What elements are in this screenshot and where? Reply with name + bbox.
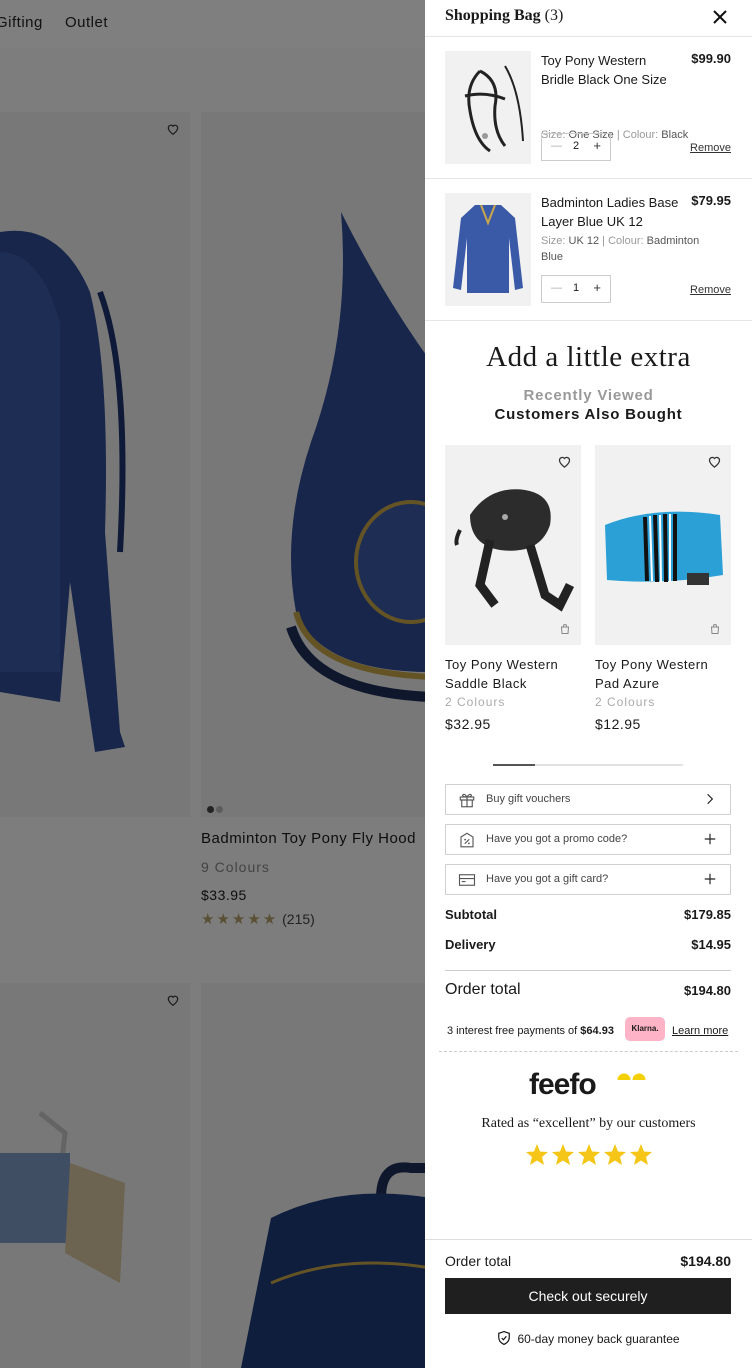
subtotal-label: Subtotal <box>445 907 497 922</box>
klarna-text: 3 interest free payments of $64.93 <box>447 1025 614 1037</box>
sticky-checkout-bar: Order total $194.80 Check out securely 6… <box>425 1239 752 1368</box>
delivery-label: Delivery <box>445 937 496 952</box>
item-variant: Size: UK 12 | Colour: Badminton Blue <box>541 235 700 263</box>
size-value: UK 12 <box>568 235 600 247</box>
chevron-right-icon <box>707 793 714 805</box>
carousel-scrollbar[interactable] <box>493 764 683 766</box>
rec-product-price: $12.95 <box>595 716 641 732</box>
bag-count: (3) <box>544 7 564 24</box>
shield-check-icon <box>498 1330 511 1346</box>
tab-customers-also-bought[interactable]: Customers Also Bought <box>425 405 752 424</box>
plus-icon <box>704 873 716 885</box>
base-layer-thumbnail[interactable] <box>445 193 531 306</box>
promo-code-row[interactable]: Have you got a promo code? <box>445 824 731 855</box>
quantity-stepper: — 1 + <box>541 275 611 303</box>
decrease-qty-button[interactable]: — <box>551 282 562 294</box>
order-total-value: $194.80 <box>684 983 731 998</box>
plus-icon <box>704 833 716 845</box>
delivery-row: Delivery $14.95 <box>445 937 731 967</box>
quick-add-bag-icon[interactable] <box>709 623 721 635</box>
klarna-text-prefix: 3 interest free payments of <box>447 1025 578 1037</box>
drawer-header: Shopping Bag (3) <box>425 0 752 37</box>
klarna-learn-more-link[interactable]: Learn more <box>672 1025 728 1037</box>
rec-product-colours: 2 Colours <box>595 695 656 709</box>
order-total-label: Order total <box>445 981 521 998</box>
increase-qty-button[interactable]: + <box>593 280 601 295</box>
carousel-scroll-thumb[interactable] <box>493 764 535 766</box>
order-summary: Subtotal $179.85 Delivery $14.95 Order t… <box>445 907 731 1015</box>
sticky-order-total-label: Order total <box>445 1253 512 1269</box>
close-icon[interactable] <box>708 5 732 29</box>
buy-gift-vouchers-row[interactable]: Buy gift vouchers <box>445 784 731 815</box>
rec-card-saddle[interactable]: Toy Pony Western Saddle Black 2 Colours … <box>445 445 581 732</box>
money-back-guarantee: 60-day money back guarantee <box>425 1330 752 1346</box>
decrease-qty-button[interactable]: — <box>551 140 562 152</box>
saddle-image <box>454 489 575 612</box>
item-price: $79.95 <box>691 193 731 208</box>
sticky-order-total: Order total $194.80 <box>445 1253 731 1269</box>
wishlist-heart-icon[interactable] <box>557 454 572 469</box>
remove-item-button[interactable]: Remove <box>690 284 731 296</box>
guarantee-text: 60-day money back guarantee <box>517 1332 680 1346</box>
bag-item-base-layer: Badminton Ladies Base Layer Blue UK 12 $… <box>425 179 752 321</box>
size-label: Size: <box>541 235 566 247</box>
gift-icon <box>459 793 475 808</box>
increase-qty-button[interactable]: + <box>593 138 601 153</box>
saddle-image-container[interactable] <box>445 445 581 645</box>
quick-add-bag-icon[interactable] <box>559 623 571 635</box>
bridle-thumbnail[interactable] <box>445 51 531 164</box>
pad-image-container[interactable] <box>595 445 731 645</box>
bridle-image <box>464 65 524 153</box>
recommendation-carousel: Toy Pony Western Saddle Black 2 Colours … <box>425 424 752 784</box>
rec-product-name[interactable]: Toy Pony Western Pad Azure <box>595 655 731 693</box>
quantity-stepper: — 2 + <box>541 133 611 161</box>
colour-label: Colour: <box>608 235 644 247</box>
quantity-value: 2 <box>573 140 580 152</box>
feefo-eyes-icon <box>616 1073 648 1088</box>
promo-tag-icon <box>460 832 474 848</box>
checkout-button[interactable]: Check out securely <box>445 1278 731 1314</box>
klarna-badge: Klarna. <box>625 1017 665 1041</box>
rec-product-price: $32.95 <box>445 716 491 732</box>
delivery-value: $14.95 <box>691 937 731 952</box>
gift-card-row[interactable]: Have you got a gift card? <box>445 864 731 895</box>
klarna-message: 3 interest free payments of $64.93 Klarn… <box>445 1017 731 1051</box>
subtotal-value: $179.85 <box>684 907 731 922</box>
promo-code-label: Have you got a promo code? <box>486 833 628 845</box>
drawer-title-text: Shopping Bag <box>445 7 541 24</box>
order-total-row: Order total $194.80 <box>445 970 731 1015</box>
colour-label: Colour: <box>622 129 659 141</box>
item-name[interactable]: Badminton Ladies Base Layer Blue UK 12 <box>541 193 681 231</box>
feefo-rating-text: Rated as “excellent” by our customers <box>481 1116 696 1131</box>
rec-product-name[interactable]: Toy Pony Western Saddle Black <box>445 655 581 693</box>
rec-product-colours: 2 Colours <box>445 695 506 709</box>
quantity-value: 1 <box>573 282 580 294</box>
item-name[interactable]: Toy Pony Western Bridle Black One Size <box>541 51 681 89</box>
recommendation-tabs: Recently Viewed Customers Also Bought <box>425 386 752 424</box>
bag-item-bridle: Toy Pony Western Bridle Black One Size $… <box>425 37 752 179</box>
colour-value: Black <box>661 129 689 141</box>
feefo-logo: feefo <box>529 1068 597 1101</box>
drawer-title: Shopping Bag (3) <box>445 7 563 25</box>
pad-image <box>605 511 723 585</box>
gift-card-label: Have you got a gift card? <box>486 873 609 885</box>
klarna-amount: $64.93 <box>580 1025 614 1037</box>
subtotal-row: Subtotal $179.85 <box>445 907 731 937</box>
sticky-order-total-value: $194.80 <box>680 1253 731 1269</box>
base-layer-image <box>453 204 523 293</box>
rec-card-pad[interactable]: Toy Pony Western Pad Azure 2 Colours $12… <box>595 445 731 732</box>
gift-vouchers-label: Buy gift vouchers <box>486 793 571 805</box>
item-price: $99.90 <box>691 51 731 66</box>
wishlist-heart-icon[interactable] <box>707 454 722 469</box>
tab-recently-viewed[interactable]: Recently Viewed <box>425 386 752 405</box>
feefo-five-stars <box>526 1144 652 1165</box>
shopping-bag-drawer: Shopping Bag (3) Toy Pony Western Bridle… <box>425 0 752 1368</box>
feefo-widget[interactable]: feefo Rated as “excellent” by our custom… <box>439 1051 738 1190</box>
gift-card-icon <box>458 874 476 886</box>
remove-item-button[interactable]: Remove <box>690 142 731 154</box>
add-extra-heading: Add a little extra <box>486 341 691 373</box>
